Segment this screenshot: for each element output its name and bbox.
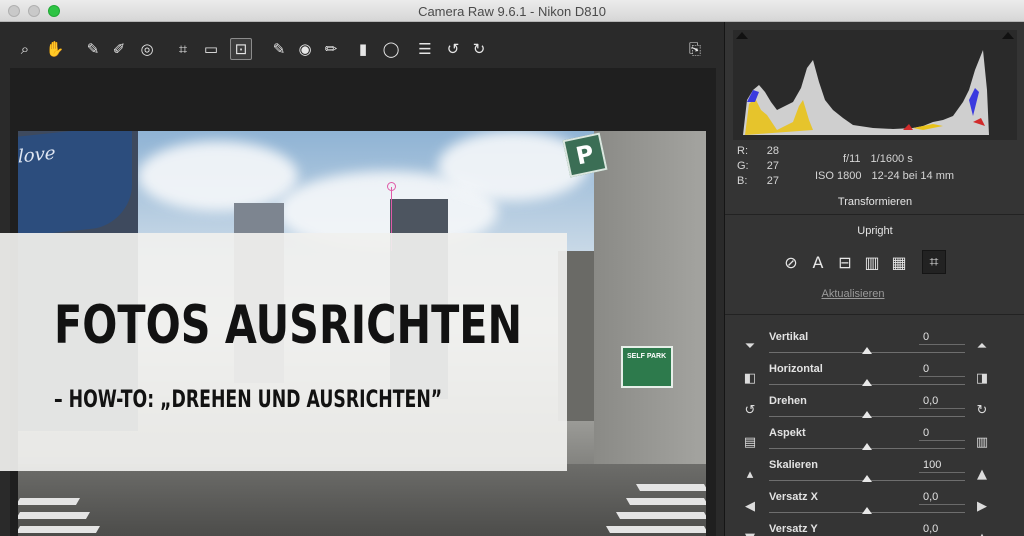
slider-label: Versatz X: [769, 491, 818, 503]
upright-level-icon[interactable]: ⊟: [833, 250, 857, 274]
b-value: 27: [766, 175, 779, 187]
slider-label: Drehen: [769, 395, 807, 407]
aperture: f/11: [843, 153, 861, 165]
card-title: FOTOS AUSRICHTEN: [54, 295, 523, 356]
scale-small-icon: ▴: [746, 466, 754, 482]
rotate-left-icon: ↺: [744, 402, 756, 418]
slider-thumb[interactable]: [862, 379, 872, 386]
histogram: [733, 30, 1017, 140]
upright-auto-icon[interactable]: A: [806, 250, 830, 274]
spot-removal-icon[interactable]: ✎: [268, 38, 290, 60]
card-subtitle: – HOW-TO: „DREHEN UND AUSRICHTEN”: [54, 385, 443, 413]
shutter-speed: 1/1600 s: [870, 153, 913, 165]
aspect-wide-icon: ▤: [743, 434, 757, 450]
graduated-filter-icon[interactable]: ▮: [352, 38, 374, 60]
slider-value-field[interactable]: 0,0: [919, 523, 965, 536]
export-icon[interactable]: ⎘: [684, 38, 706, 60]
upright-off-icon[interactable]: ⊘: [779, 250, 803, 274]
cloud: [138, 141, 298, 211]
slider-value-field[interactable]: 0,0: [919, 395, 965, 409]
r-label: R:: [737, 145, 748, 157]
slider-thumb[interactable]: [862, 411, 872, 418]
slider-vertikal: ⏷ Vertikal 0 ⏶: [725, 331, 1024, 363]
toolbar: ⌕ ✋ ✎ ✐ ◎ ⌗ ▭ ⊡ ✎ ◉ ✏ ▮ ◯ ☰ ↺ ↻ ⎘: [10, 32, 716, 66]
rotate-right-icon[interactable]: ↻: [468, 38, 490, 60]
section-title: Transformieren: [837, 196, 913, 208]
slider-label: Vertikal: [769, 331, 809, 343]
arrow-down-icon: ▼: [741, 529, 759, 536]
transform-icon[interactable]: ⊡: [230, 38, 252, 60]
divider: [725, 214, 1024, 215]
arrow-right-icon: ▶: [977, 498, 987, 514]
adjustment-brush-icon[interactable]: ✏: [320, 38, 342, 60]
radial-filter-icon[interactable]: ◯: [380, 38, 402, 60]
aspect-tall-icon: ▥: [975, 434, 989, 450]
upright-vertical-icon[interactable]: ▥: [860, 250, 884, 274]
b-label: B:: [737, 175, 748, 187]
right-panel: R: 28 G: 27 B: 27 f/11 1/1600 s ISO 1800 12-2…: [724, 22, 1024, 536]
divider: [725, 314, 1024, 315]
arrow-up-icon: ▲: [973, 529, 991, 536]
window-title: Camera Raw 9.6.1 - Nikon D810: [418, 4, 606, 19]
shadow-clipping-icon[interactable]: [736, 32, 748, 39]
highlight-clipping-icon[interactable]: [1002, 32, 1014, 39]
slider-thumb[interactable]: [862, 347, 872, 354]
straighten-icon[interactable]: ▭: [200, 38, 222, 60]
exif-info: f/11 1/1600 s ISO 1800 12-24 bei 14 mm: [815, 151, 954, 185]
preferences-icon[interactable]: ☰: [414, 38, 436, 60]
horizontal-perspective-right-icon: ◨: [975, 370, 989, 386]
slider-versatz-x: ◀ Versatz X 0,0 ▶: [725, 491, 1024, 523]
slider-value-field[interactable]: 100: [919, 459, 965, 473]
guide-handle[interactable]: [387, 182, 396, 191]
arrow-left-icon: ◀: [745, 498, 755, 514]
lens: 12-24 bei 14 mm: [871, 170, 955, 182]
rotate-left-icon[interactable]: ↺: [442, 38, 464, 60]
slider-drehen: ↺ Drehen 0,0 ↻: [725, 395, 1024, 427]
rotate-right-icon: ↻: [976, 402, 988, 418]
upright-guided-icon[interactable]: ⌗: [922, 250, 946, 274]
building: [594, 131, 706, 471]
vertical-perspective-up-icon: ⏶: [976, 338, 988, 354]
slider-skalieren: ▴ Skalieren 100 ▲: [725, 459, 1024, 491]
iso: ISO 1800: [815, 170, 862, 182]
upright-buttons: ⊘ A ⊟ ▥ ▦ ⌗: [779, 250, 959, 276]
upright-label: Upright: [857, 225, 893, 237]
hand-icon[interactable]: ✋: [44, 38, 66, 60]
update-link[interactable]: Aktualisieren: [725, 288, 981, 300]
scale-large-icon: ▲: [977, 466, 987, 482]
horizontal-perspective-left-icon: ◧: [743, 370, 757, 386]
slider-horizontal: ◧ Horizontal 0 ◨: [725, 363, 1024, 395]
parking-sign: P: [562, 132, 608, 178]
rgb-readout: R: 28 G: 27 B: 27: [737, 144, 779, 189]
slider-value-field[interactable]: 0: [919, 331, 965, 345]
g-label: G:: [737, 160, 749, 172]
slider-value-field[interactable]: 0: [919, 427, 965, 441]
histogram-graph: [743, 50, 989, 135]
window-titlebar: Camera Raw 9.6.1 - Nikon D810: [0, 0, 1024, 22]
street-sign: SELF PARK: [621, 346, 673, 388]
slider-thumb[interactable]: [862, 475, 872, 482]
g-value: 27: [766, 160, 779, 172]
crop-icon[interactable]: ⌗: [172, 38, 194, 60]
vertical-perspective-down-icon: ⏷: [744, 338, 756, 354]
slider-thumb[interactable]: [862, 507, 872, 514]
slider-label: Aspekt: [769, 427, 806, 439]
slider-label: Skalieren: [769, 459, 818, 471]
upright-full-icon[interactable]: ▦: [887, 250, 911, 274]
slider-value-field[interactable]: 0: [919, 363, 965, 377]
zoom-icon[interactable]: ⌕: [14, 38, 36, 60]
title-card: FOTOS AUSRICHTEN – HOW-TO: „DREHEN UND A…: [0, 233, 567, 471]
r-value: 28: [766, 145, 779, 157]
white-balance-icon[interactable]: ✎: [82, 38, 104, 60]
targeted-adjustment-icon[interactable]: ◎: [136, 38, 158, 60]
slider-thumb[interactable]: [862, 443, 872, 450]
color-sampler-icon[interactable]: ✐: [108, 38, 130, 60]
slider-label: Horizontal: [769, 363, 823, 375]
slider-label: Versatz Y: [769, 523, 818, 535]
slider-versatz-y: ▼ Versatz Y 0,0 ▲: [725, 523, 1024, 536]
slider-aspekt: ▤ Aspekt 0 ▥: [725, 427, 1024, 459]
road: [18, 464, 706, 536]
slider-value-field[interactable]: 0,0: [919, 491, 965, 505]
red-eye-icon[interactable]: ◉: [294, 38, 316, 60]
